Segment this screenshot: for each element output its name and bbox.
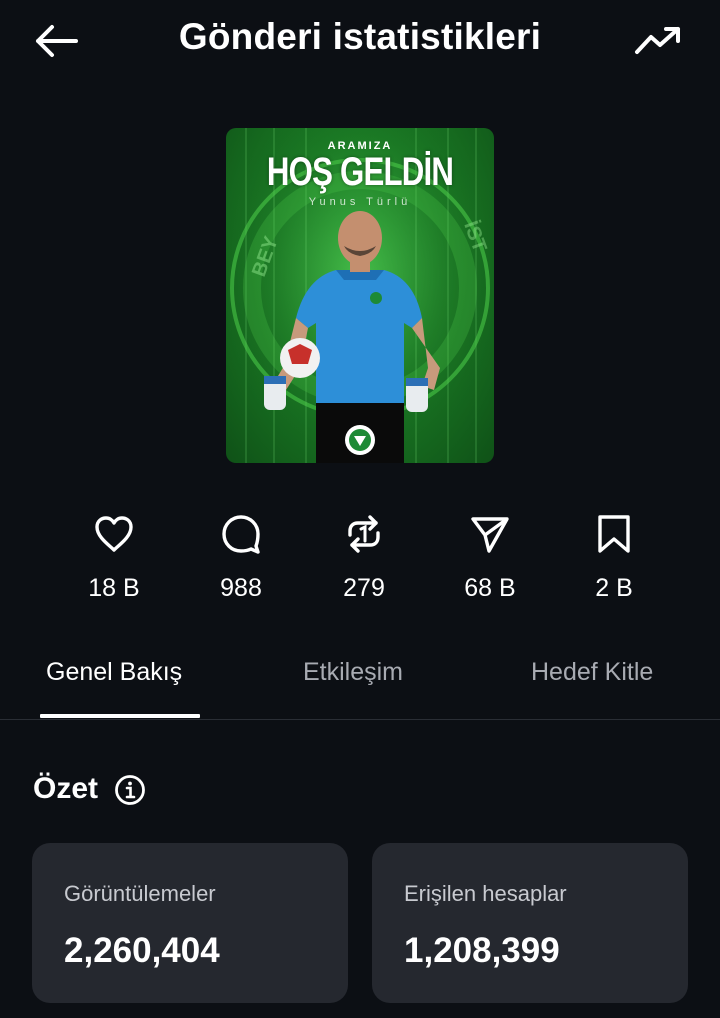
comment-icon [222,515,260,554]
post-stats-row: 18 B 988 279 68 B 2 B [0,512,720,612]
reposts-stat[interactable]: 279 [314,512,414,612]
page-title: Gönderi istatistikleri [178,16,542,57]
share-icon [471,517,509,553]
shares-stat[interactable]: 68 B [440,512,540,612]
reach-label: Erişilen hesaplar [404,881,567,906]
repost-icon [348,515,380,553]
info-icon [115,775,145,805]
summary-info-button[interactable] [114,774,146,806]
reposts-count: 279 [343,574,385,602]
shares-count: 68 B [464,574,516,602]
trending-up-icon [635,27,680,54]
image-player-name: Yunus Türlü [308,196,412,208]
post-insights-screen: Gönderi istatistikleri BEY İST ARAMIZA H… [0,0,720,1018]
image-headline: HOŞ GELDİN [266,150,454,194]
comments-stat[interactable]: 988 [191,512,291,612]
likes-count: 18 B [88,574,140,602]
active-tab-indicator [40,714,200,718]
heart-icon [95,516,133,552]
bookmark-icon [598,515,630,553]
saves-count: 2 B [595,574,633,602]
tab-audience[interactable]: Hedef Kitle [531,658,653,687]
views-label: Görüntülemeler [64,881,216,906]
views-value: 2,260,404 [64,931,220,970]
summary-title: Özet [33,772,99,805]
reach-card[interactable]: Erişilen hesaplar 1,208,399 [372,843,688,1003]
trends-button[interactable] [632,20,684,62]
tab-engagement[interactable]: Etkileşim [303,658,403,687]
views-card[interactable]: Görüntülemeler 2,260,404 [32,843,348,1003]
header: Gönderi istatistikleri [0,0,720,80]
comments-count: 988 [220,574,262,602]
insights-tabs: Genel Bakış Etkileşim Hedef Kitle [0,640,720,720]
reach-value: 1,208,399 [404,931,560,970]
saves-stat[interactable]: 2 B [564,512,664,612]
tab-overview[interactable]: Genel Bakış [46,658,182,687]
post-thumbnail[interactable]: BEY İST ARAMIZA HOŞ GELDİN Yunus Türlü [226,128,494,463]
likes-stat[interactable]: 18 B [64,512,164,612]
